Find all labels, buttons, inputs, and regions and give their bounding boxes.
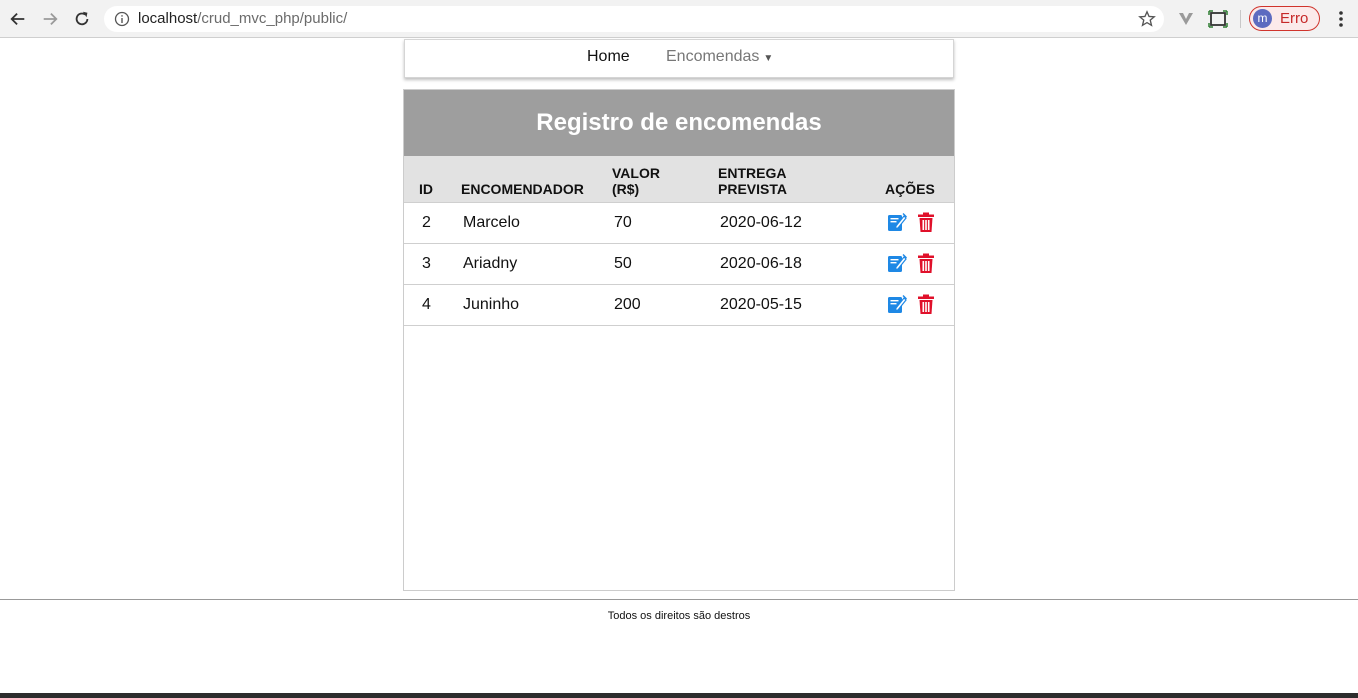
panel-header: Registro de encomendas — [404, 90, 954, 156]
toolbar-separator — [1240, 10, 1241, 28]
screen-capture-icon[interactable] — [1208, 9, 1228, 29]
edit-icon[interactable] — [887, 294, 907, 315]
url-text: localhost/crud_mvc_php/public/ — [138, 10, 347, 27]
header-delivery-line1: ENTREGA — [718, 165, 787, 181]
profile-button[interactable]: m Erro — [1249, 6, 1320, 31]
cell-orderer: Ariadny — [463, 255, 518, 272]
url-path: /crud_mvc_php/public/ — [197, 10, 348, 27]
cell-delivery: 2020-06-18 — [720, 255, 802, 272]
edit-icon[interactable] — [887, 212, 907, 233]
kebab-menu-icon[interactable] — [1332, 9, 1350, 29]
table-header: ID ENCOMENDADOR VALOR (R$) ENTREGA PREVIST… — [404, 156, 954, 203]
cell-delivery: 2020-05-15 — [720, 296, 802, 313]
header-value: VALOR (R$) — [612, 165, 660, 197]
edit-icon[interactable] — [887, 253, 907, 274]
address-bar[interactable]: localhost/crud_mvc_php/public/ — [104, 6, 1164, 32]
table-row: 3 Ariadny 50 2020-06-18 — [404, 244, 954, 285]
cell-id: 3 — [422, 255, 431, 272]
caret-down-icon: ▼ — [763, 53, 774, 64]
reload-icon — [75, 11, 89, 26]
top-navigation: Home Encomendas ▼ — [404, 39, 954, 78]
info-icon[interactable] — [114, 11, 130, 27]
star-icon[interactable] — [1138, 10, 1156, 28]
table-row: 4 Juninho 200 2020-05-15 — [404, 285, 954, 326]
nav-orders-dropdown[interactable]: Encomendas ▼ — [666, 48, 773, 66]
avatar: m — [1253, 9, 1272, 28]
forward-button[interactable] — [39, 8, 61, 30]
back-button[interactable] — [7, 8, 29, 30]
footer-copyright: Todos os direitos são destros — [607, 610, 751, 622]
extension-v-icon[interactable] — [1176, 9, 1196, 29]
cell-value: 50 — [614, 255, 632, 272]
header-id: ID — [419, 181, 433, 197]
header-value-line1: VALOR — [612, 165, 660, 181]
reload-button[interactable] — [71, 8, 93, 30]
cell-id: 4 — [422, 296, 431, 313]
profile-error-label: Erro — [1280, 10, 1309, 27]
orders-panel: Registro de encomendas ID ENCOMENDADOR V… — [403, 89, 955, 591]
arrow-left-icon — [10, 12, 25, 26]
trash-icon[interactable] — [916, 294, 936, 315]
cell-orderer: Juninho — [463, 296, 520, 313]
table-row: 2 Marcelo 70 2020-06-12 — [404, 203, 954, 244]
cell-delivery: 2020-06-12 — [720, 214, 802, 231]
cell-id: 2 — [422, 214, 431, 231]
header-orderer: ENCOMENDADOR — [461, 181, 584, 197]
browser-toolbar: localhost/crud_mvc_php/public/ m Erro — [0, 0, 1358, 38]
header-delivery-line2: PREVISTA — [718, 181, 787, 197]
trash-icon[interactable] — [916, 212, 936, 233]
header-actions: AÇÕES — [885, 181, 935, 197]
url-host: localhost — [138, 10, 198, 27]
arrow-right-icon — [43, 12, 58, 26]
footer-divider — [0, 599, 1358, 600]
page-title: Registro de encomendas — [536, 109, 822, 136]
trash-icon[interactable] — [916, 253, 936, 274]
cell-value: 200 — [614, 296, 641, 313]
header-delivery: ENTREGA PREVISTA — [718, 165, 787, 197]
nav-orders-label: Encomendas — [666, 48, 760, 65]
os-taskbar — [0, 693, 1358, 698]
header-value-line2: (R$) — [612, 181, 640, 197]
nav-home-link[interactable]: Home — [587, 48, 630, 66]
cell-orderer: Marcelo — [463, 214, 520, 231]
cell-value: 70 — [614, 214, 632, 231]
